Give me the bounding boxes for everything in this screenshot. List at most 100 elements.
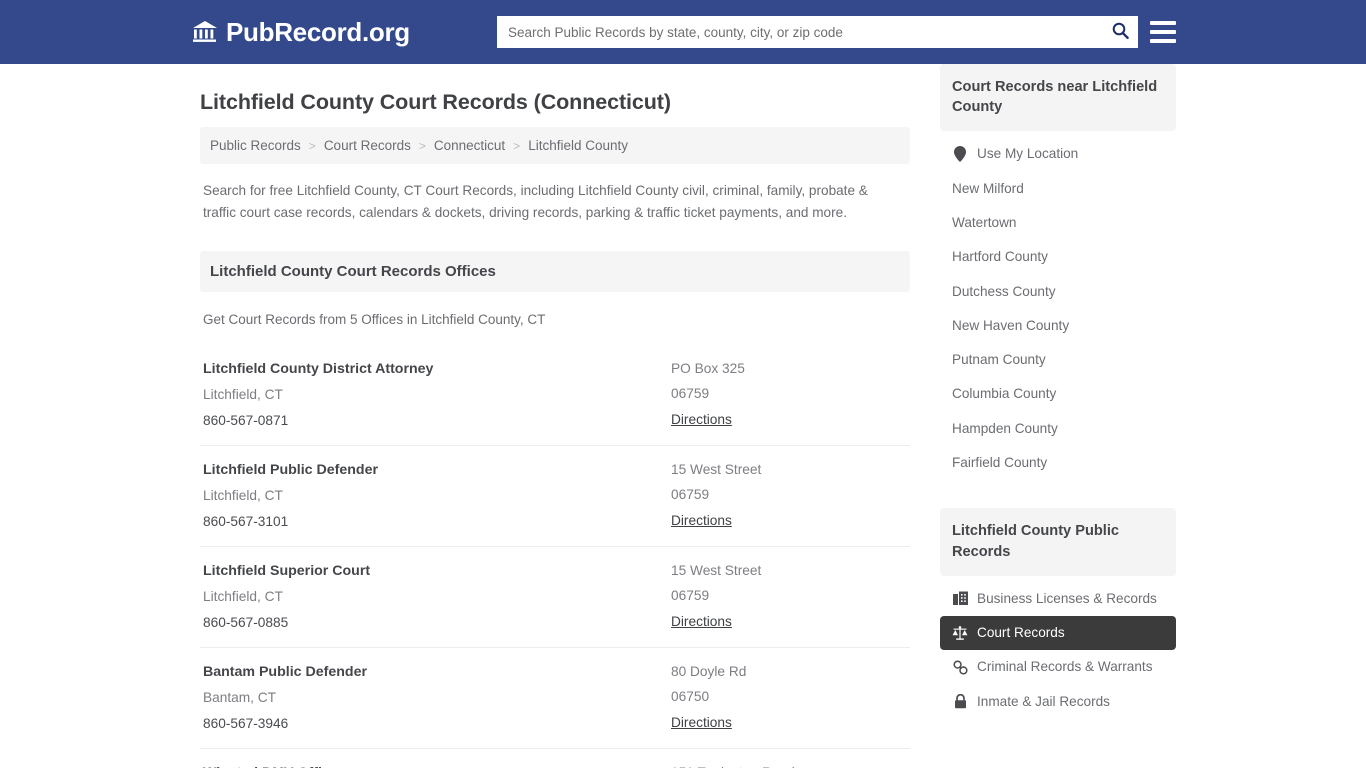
breadcrumb-item-public-records[interactable]: Public Records bbox=[210, 138, 301, 153]
office-row: Litchfield Superior Court Litchfield, CT… bbox=[200, 547, 910, 648]
search-icon bbox=[1112, 22, 1129, 42]
directions-link[interactable]: Directions bbox=[671, 710, 732, 735]
breadcrumb-item-connecticut[interactable]: Connecticut bbox=[434, 138, 505, 153]
breadcrumb-item-court-records[interactable]: Court Records bbox=[324, 138, 411, 153]
office-row: Winsted DMV Office Winchester, CT 800-84… bbox=[200, 749, 910, 768]
sidebar-item-label: Putnam County bbox=[952, 352, 1046, 368]
nearby-records-panel: Court Records near Litchfield County Use… bbox=[940, 64, 1176, 480]
bank-building-icon bbox=[192, 20, 218, 44]
records-panel-list: Business Licenses & Records Court Record… bbox=[940, 576, 1176, 719]
office-row: Litchfield Public Defender Litchfield, C… bbox=[200, 446, 910, 547]
office-info: Litchfield Superior Court Litchfield, CT… bbox=[203, 558, 671, 635]
sidebar-item-new-milford[interactable]: New Milford bbox=[940, 172, 1176, 206]
office-phone: 860-567-0871 bbox=[203, 412, 289, 428]
office-address-block: 15 West Street 06759 Directions bbox=[671, 558, 907, 635]
office-address-block: 80 Doyle Rd 06750 Directions bbox=[671, 659, 907, 736]
office-zip: 06759 bbox=[671, 588, 710, 604]
search-bar bbox=[497, 16, 1138, 48]
office-name: Litchfield Superior Court bbox=[203, 562, 371, 579]
office-address: 15 West Street bbox=[671, 461, 762, 477]
main-content: Litchfield County Court Records (Connect… bbox=[200, 64, 910, 768]
site-logo[interactable]: PubRecord.org bbox=[192, 19, 410, 45]
briefcase-icon bbox=[952, 591, 968, 607]
sidebar-item-label: Watertown bbox=[952, 214, 1017, 230]
sidebar-item-dutchess-county[interactable]: Dutchess County bbox=[940, 275, 1176, 309]
sidebar-item-label: Columbia County bbox=[952, 386, 1057, 402]
sidebar-item-hampden-county[interactable]: Hampden County bbox=[940, 412, 1176, 446]
map-pin-icon bbox=[952, 146, 968, 163]
sidebar-item-label: New Haven County bbox=[952, 317, 1070, 333]
public-records-panel: Litchfield County Public Records Busines… bbox=[940, 508, 1176, 719]
sidebar-item-hartford-county[interactable]: Hartford County bbox=[940, 240, 1176, 274]
office-address: PO Box 325 bbox=[671, 361, 745, 377]
breadcrumb-item-litchfield-county[interactable]: Litchfield County bbox=[528, 138, 628, 153]
office-zip: 06750 bbox=[671, 689, 710, 705]
breadcrumb-separator: > bbox=[418, 138, 426, 153]
office-address: 80 Doyle Rd bbox=[671, 663, 747, 679]
directions-link[interactable]: Directions bbox=[671, 508, 732, 533]
office-list: Litchfield County District Attorney Litc… bbox=[200, 345, 910, 768]
office-city: Bantam, CT bbox=[203, 690, 277, 706]
office-row: Litchfield County District Attorney Litc… bbox=[200, 345, 910, 446]
nearby-panel-list: Use My Location New Milford Watertown Ha… bbox=[940, 131, 1176, 480]
office-info: Bantam Public Defender Bantam, CT 860-56… bbox=[203, 659, 671, 736]
office-info: Winsted DMV Office Winchester, CT 800-84… bbox=[203, 760, 671, 768]
nearby-panel-heading: Court Records near Litchfield County bbox=[940, 64, 1176, 132]
office-info: Litchfield Public Defender Litchfield, C… bbox=[203, 457, 671, 534]
directions-link[interactable]: Directions bbox=[671, 609, 732, 634]
page-description: Search for free Litchfield County, CT Co… bbox=[203, 183, 868, 221]
offices-section-heading: Litchfield County Court Records Offices bbox=[200, 251, 910, 293]
office-name: Litchfield County District Attorney bbox=[203, 361, 434, 378]
sidebar-item-business-licenses[interactable]: Business Licenses & Records bbox=[940, 582, 1176, 616]
hamburger-bar bbox=[1150, 39, 1176, 43]
site-header: PubRecord.org bbox=[0, 0, 1366, 64]
sidebar-item-label: Business Licenses & Records bbox=[977, 590, 1157, 606]
breadcrumb-separator: > bbox=[513, 138, 521, 153]
lock-icon bbox=[952, 694, 968, 710]
office-info: Litchfield County District Attorney Litc… bbox=[203, 356, 671, 433]
sidebar-item-court-records[interactable]: Court Records bbox=[940, 615, 1176, 651]
office-zip: 06759 bbox=[671, 386, 710, 402]
offices-section-subheading: Get Court Records from 5 Offices in Litc… bbox=[203, 312, 546, 328]
sidebar-item-label: Hartford County bbox=[952, 249, 1048, 265]
office-city: Litchfield, CT bbox=[203, 488, 283, 504]
directions-link[interactable]: Directions bbox=[671, 407, 732, 432]
office-address-block: PO Box 325 06759 Directions bbox=[671, 356, 907, 433]
office-row: Bantam Public Defender Bantam, CT 860-56… bbox=[200, 648, 910, 749]
breadcrumb-separator: > bbox=[308, 138, 316, 153]
office-city: Litchfield, CT bbox=[203, 589, 283, 605]
sidebar-item-label: New Milford bbox=[952, 180, 1024, 196]
sidebar-item-label: Dutchess County bbox=[952, 283, 1056, 299]
office-name: Bantam Public Defender bbox=[203, 663, 367, 680]
breadcrumb: Public Records > Court Records > Connect… bbox=[200, 127, 910, 164]
page-container: Litchfield County Court Records (Connect… bbox=[0, 64, 1366, 768]
sidebar-item-putnam-county[interactable]: Putnam County bbox=[940, 343, 1176, 377]
records-panel-heading: Litchfield County Public Records bbox=[940, 508, 1176, 576]
sidebar-item-watertown[interactable]: Watertown bbox=[940, 206, 1176, 240]
sidebar-item-label: Hampden County bbox=[952, 420, 1058, 436]
sidebar-item-fairfield-county[interactable]: Fairfield County bbox=[940, 446, 1176, 480]
search-input[interactable] bbox=[498, 17, 1103, 47]
sidebar-item-new-haven-county[interactable]: New Haven County bbox=[940, 309, 1176, 343]
sidebar-item-columbia-county[interactable]: Columbia County bbox=[940, 377, 1176, 411]
sidebar-item-use-my-location[interactable]: Use My Location bbox=[940, 137, 1176, 171]
sidebar-item-label: Use My Location bbox=[977, 146, 1079, 162]
office-phone: 860-567-3101 bbox=[203, 513, 289, 529]
hamburger-menu-icon[interactable] bbox=[1150, 21, 1176, 43]
office-address: 151 Torrington Road bbox=[671, 760, 907, 768]
handcuffs-icon bbox=[952, 659, 968, 675]
site-logo-text: PubRecord.org bbox=[226, 17, 410, 47]
hamburger-bar bbox=[1150, 21, 1176, 25]
sidebar-item-criminal-records[interactable]: Criminal Records & Warrants bbox=[940, 650, 1176, 684]
sidebar-item-label: Criminal Records & Warrants bbox=[977, 659, 1153, 675]
office-phone: 860-567-3946 bbox=[203, 715, 289, 731]
sidebar-item-label: Fairfield County bbox=[952, 455, 1048, 471]
sidebar-item-inmate-jail-records[interactable]: Inmate & Jail Records bbox=[940, 685, 1176, 719]
hamburger-bar bbox=[1150, 30, 1176, 34]
office-zip: 06759 bbox=[671, 487, 710, 503]
office-address: 15 West Street bbox=[671, 562, 762, 578]
office-phone: 860-567-0885 bbox=[203, 614, 289, 630]
search-button[interactable] bbox=[1103, 17, 1137, 47]
page-title: Litchfield County Court Records (Connect… bbox=[200, 90, 671, 114]
